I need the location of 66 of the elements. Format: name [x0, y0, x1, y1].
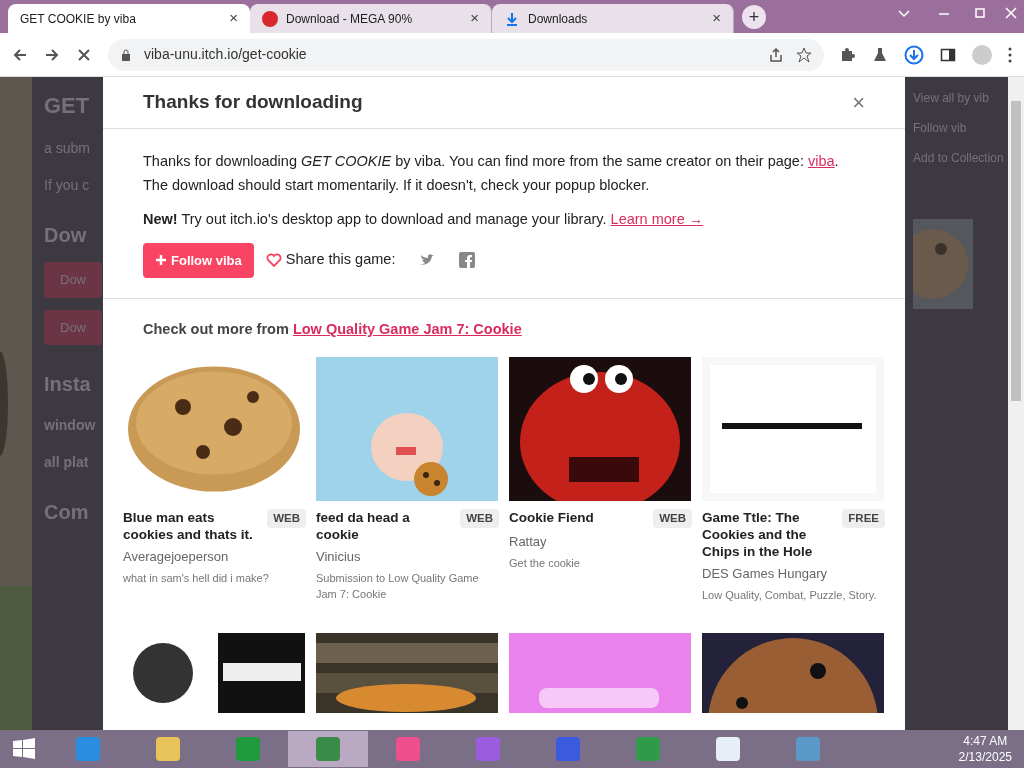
forward-arrow-icon[interactable] [44, 46, 60, 63]
tab-title: GET COOKIE by viba [20, 10, 137, 28]
back-arrow-icon[interactable] [12, 46, 28, 63]
close-button[interactable]: × [470, 7, 479, 30]
browser-tab[interactable]: Downloads × [492, 4, 734, 33]
game-author[interactable]: Rattay [509, 531, 692, 552]
platform-tag: FREE [842, 508, 885, 528]
platform-tag: WEB [460, 508, 499, 528]
clock-time: 4:47 AM [963, 733, 1008, 749]
jam-link[interactable]: Low Quality Game Jam 7: Cookie [292, 320, 522, 337]
game-author[interactable]: Averagejoeperson [123, 546, 306, 566]
game-author[interactable]: Vinicius [316, 546, 499, 566]
background-text: GET [44, 92, 90, 120]
share-icon[interactable] [768, 46, 784, 63]
close-button[interactable]: × [229, 7, 238, 30]
game-description: Get the cookie [509, 556, 581, 572]
close-button[interactable]: × [852, 86, 865, 119]
background-text: Com [44, 500, 89, 525]
background-text: View all by vib [913, 90, 989, 107]
background-text: Insta [44, 372, 91, 397]
scrollbar[interactable] [1008, 77, 1024, 730]
background-text: Dow [44, 262, 102, 298]
address-bar[interactable]: viba-unu.itch.io/get-cookie [108, 38, 824, 71]
game-title[interactable]: Game Ttle: The Cookies and the Chips in the Hole [702, 508, 839, 560]
new-tab-button[interactable]: + [742, 5, 766, 29]
star-icon[interactable] [796, 46, 812, 63]
clock-date: 2/13/2025 [958, 749, 1012, 765]
app-message: New! Try out itch.io's desktop app to download and manage your library. Learn more → [143, 210, 705, 229]
background-text: Dow [44, 223, 87, 248]
windows-logo-icon[interactable] [12, 737, 36, 761]
game-description: Submission to Low Quality Game Jam 7: Cookie [316, 571, 480, 602]
background-text: all plat [44, 453, 89, 472]
puzzle-icon[interactable] [840, 46, 856, 63]
game-author[interactable]: DES Games Hungary [702, 563, 885, 583]
url-text: viba-unu.itch.io/get-cookie [144, 45, 308, 64]
background-text: Add to Collection [913, 150, 1004, 167]
game-title[interactable]: Blue man eats cookies and thats it. [123, 508, 264, 543]
creator-link[interactable]: viba [807, 153, 835, 169]
lock-icon [120, 48, 132, 61]
dialog-title: Thanks for downloading [143, 90, 363, 115]
close-icon[interactable] [76, 46, 92, 63]
facebook-icon[interactable] [459, 252, 476, 269]
background-text: window [44, 416, 96, 435]
tab-title: Download - MEGA 90% [286, 10, 414, 28]
game-title[interactable]: Cookie Fiend [509, 508, 650, 526]
share-label: Share this game: [285, 250, 396, 270]
flask-icon[interactable] [872, 46, 888, 63]
download-message: Thanks for downloading GET COOKIE by viba. You can find more from the same creator on their page: viba. The download should start momentarily. If it doesn't, check your popup blocker. [143, 152, 840, 195]
background-text: Dow [44, 309, 102, 345]
platform-tag: WEB [267, 508, 306, 528]
platform-tag: WEB [653, 508, 692, 528]
browser-tab[interactable]: Download - MEGA 90% × [250, 4, 492, 33]
browser-tab[interactable]: GET COOKIE by viba × [8, 4, 250, 33]
game-description: what in sam's hell did i make? [123, 571, 270, 586]
mega-logo-icon [262, 10, 278, 27]
learn-more-link[interactable]: Learn more → [610, 211, 704, 227]
game-title[interactable]: feed da head a cookie [316, 508, 457, 543]
background-text: If you c [44, 176, 90, 195]
close-button[interactable]: × [712, 7, 721, 30]
side-panel-icon[interactable] [940, 46, 956, 63]
menu-icon[interactable] [1008, 46, 1012, 63]
background-text: a subm [44, 139, 90, 158]
plus-icon [155, 254, 167, 267]
tab-title: Downloads [528, 10, 589, 28]
more-label: Check out more from [143, 320, 289, 337]
game-description: Low Quality, Combat, Puzzle, Story. [702, 588, 878, 603]
